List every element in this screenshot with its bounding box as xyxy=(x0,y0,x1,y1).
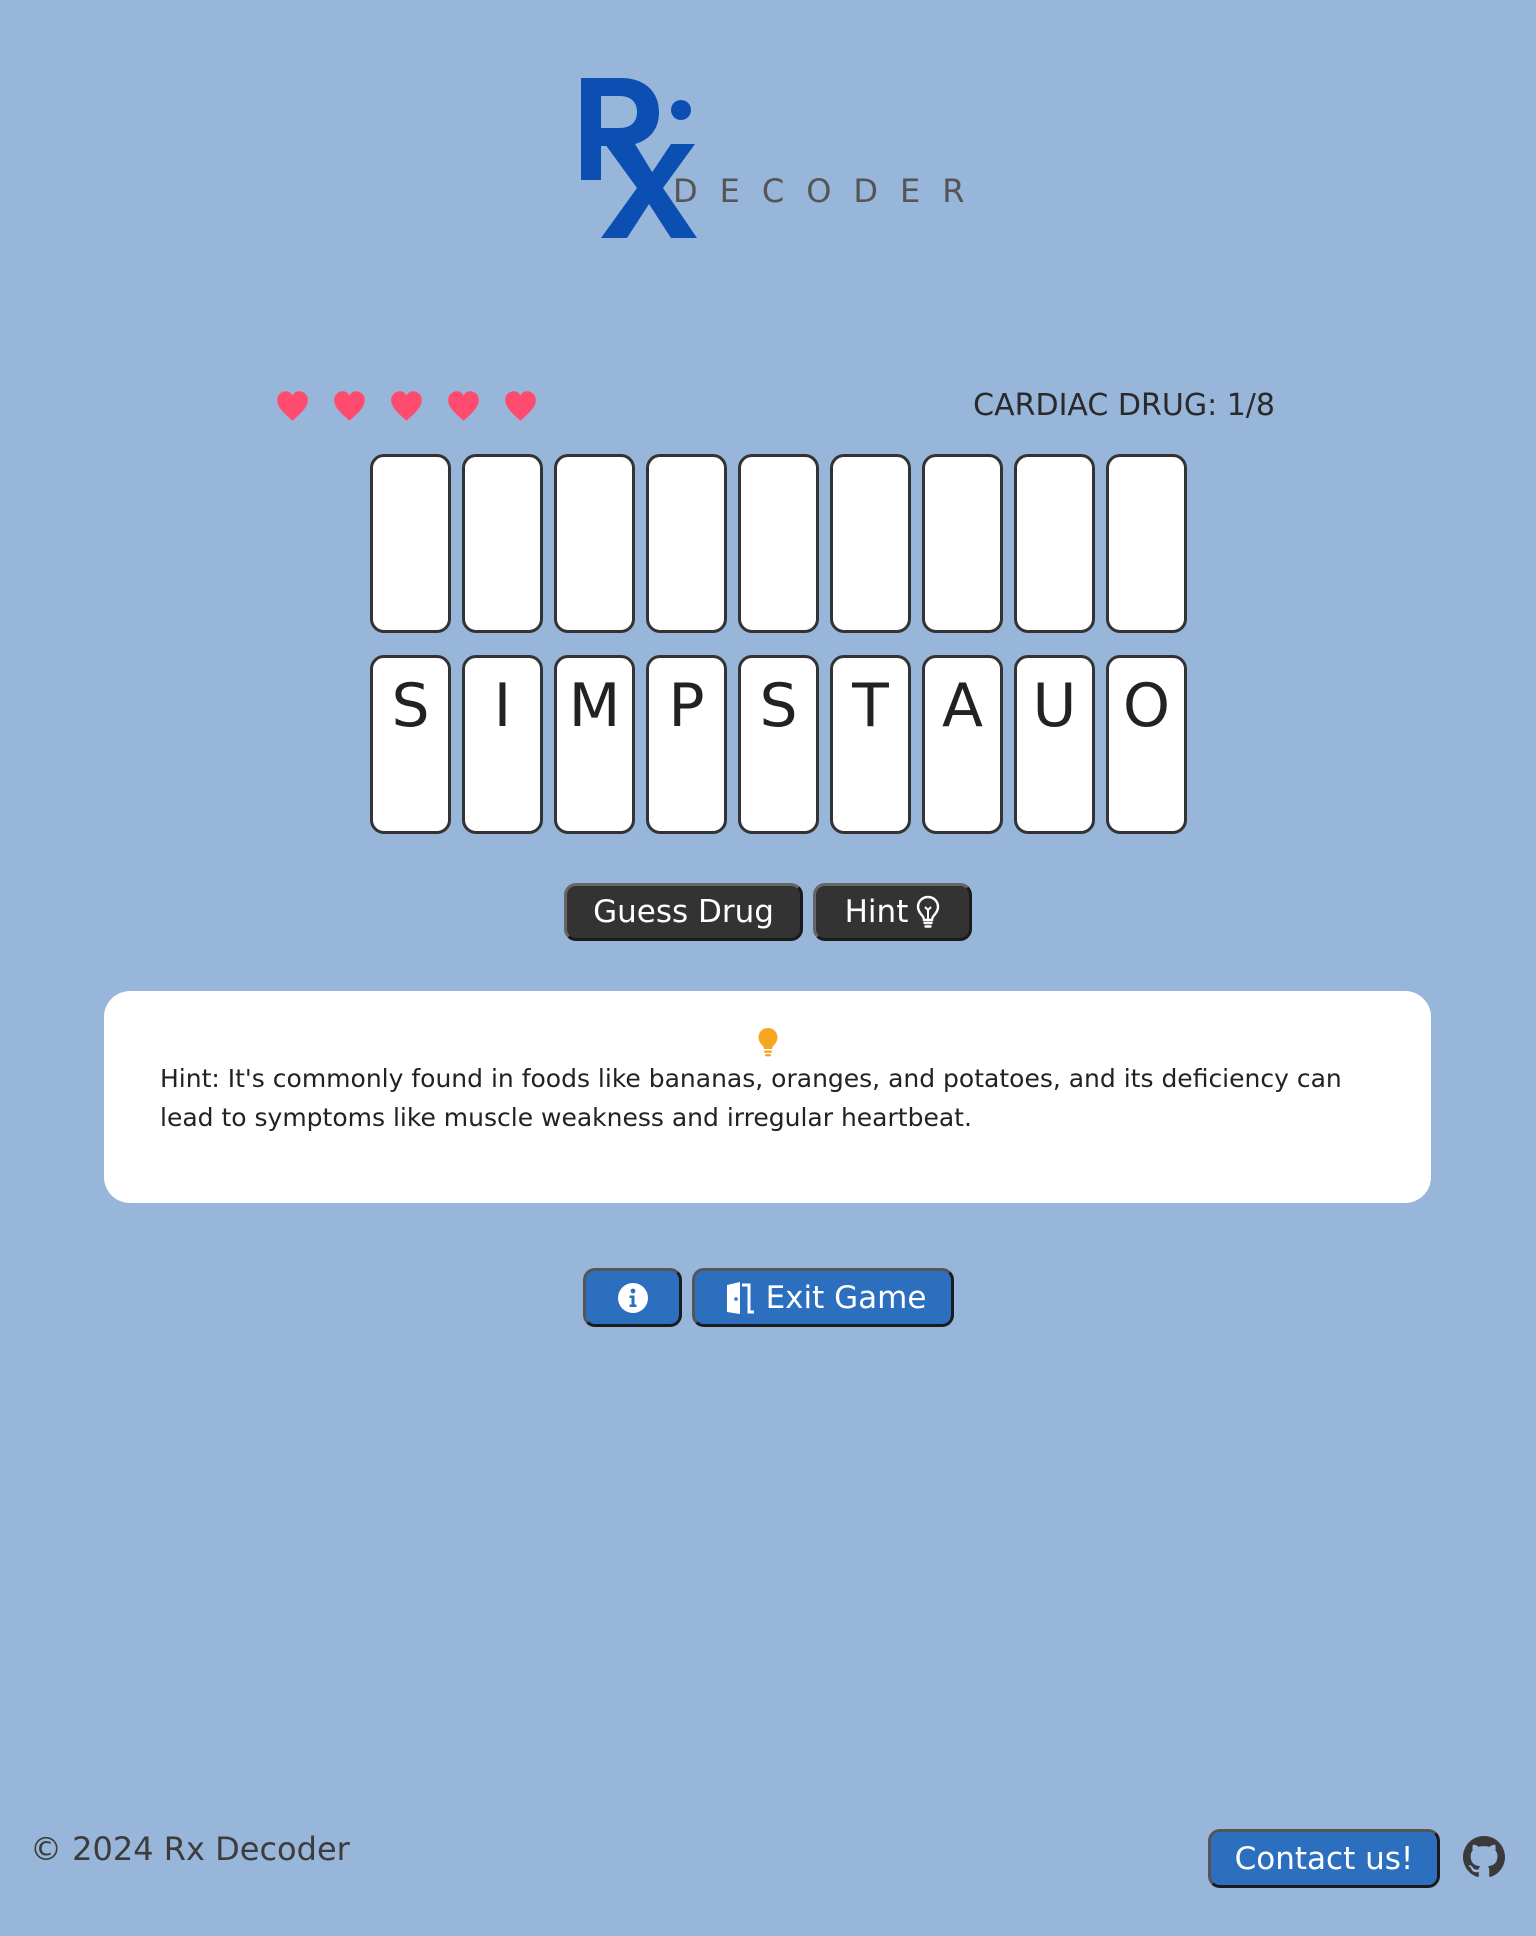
answer-slot[interactable] xyxy=(462,454,543,633)
answer-slot[interactable] xyxy=(738,454,819,633)
letter-tile[interactable]: O xyxy=(1106,655,1187,834)
letter-tile[interactable]: I xyxy=(462,655,543,834)
guess-drug-label: Guess Drug xyxy=(593,894,774,930)
letter-tile[interactable]: P xyxy=(646,655,727,834)
rx-logo-mark xyxy=(581,78,697,238)
contact-us-button[interactable]: Contact us! xyxy=(1208,1829,1440,1888)
heart-icon xyxy=(448,391,479,421)
letter-tile[interactable]: M xyxy=(554,655,635,834)
game-actions: Guess Drug Hint xyxy=(564,883,972,941)
answer-slot[interactable] xyxy=(646,454,727,633)
github-icon[interactable] xyxy=(1463,1836,1505,1878)
contact-us-label: Contact us! xyxy=(1234,1840,1414,1877)
answer-slot[interactable] xyxy=(830,454,911,633)
letter-tile[interactable]: S xyxy=(738,655,819,834)
answer-slot[interactable] xyxy=(1014,454,1095,633)
copyright-text: © 2024 Rx Decoder xyxy=(30,1830,350,1868)
exit-game-label: Exit Game xyxy=(765,1279,927,1316)
info-button[interactable] xyxy=(583,1268,682,1327)
answer-slot[interactable] xyxy=(370,454,451,633)
heart-icon xyxy=(334,391,365,421)
exit-game-button[interactable]: Exit Game xyxy=(692,1268,954,1327)
answer-slot[interactable] xyxy=(554,454,635,633)
lives-indicator xyxy=(275,390,538,422)
door-open-icon xyxy=(721,1281,754,1314)
logo-wordmark: DECODER xyxy=(673,172,987,210)
heart-icon xyxy=(277,391,308,421)
lightbulb-icon xyxy=(758,1028,777,1057)
answer-slots xyxy=(370,454,1187,633)
heart-icon xyxy=(391,391,422,421)
category-progress: CARDIAC DRUG: 1/8 xyxy=(973,388,1275,423)
hint-text: Hint: It's commonly found in foods like … xyxy=(160,1064,1342,1132)
heart-icon xyxy=(505,391,536,421)
lightbulb-outline-icon xyxy=(917,895,940,928)
hint-label: Hint xyxy=(844,894,909,930)
letter-tile[interactable]: U xyxy=(1014,655,1095,834)
answer-slot[interactable] xyxy=(1106,454,1187,633)
info-circle-icon xyxy=(617,1282,648,1313)
hint-button[interactable]: Hint xyxy=(813,883,972,941)
guess-drug-button[interactable]: Guess Drug xyxy=(564,883,803,941)
answer-slot[interactable] xyxy=(922,454,1003,633)
bottom-actions: Exit Game xyxy=(583,1268,954,1327)
letter-tiles: S I M P S T A U O xyxy=(370,655,1187,834)
letter-tile[interactable]: S xyxy=(370,655,451,834)
letter-tile[interactable]: A xyxy=(922,655,1003,834)
app-logo: DECODER xyxy=(579,76,964,240)
letter-tile[interactable]: T xyxy=(830,655,911,834)
hint-panel: Hint: It's commonly found in foods like … xyxy=(104,991,1431,1203)
